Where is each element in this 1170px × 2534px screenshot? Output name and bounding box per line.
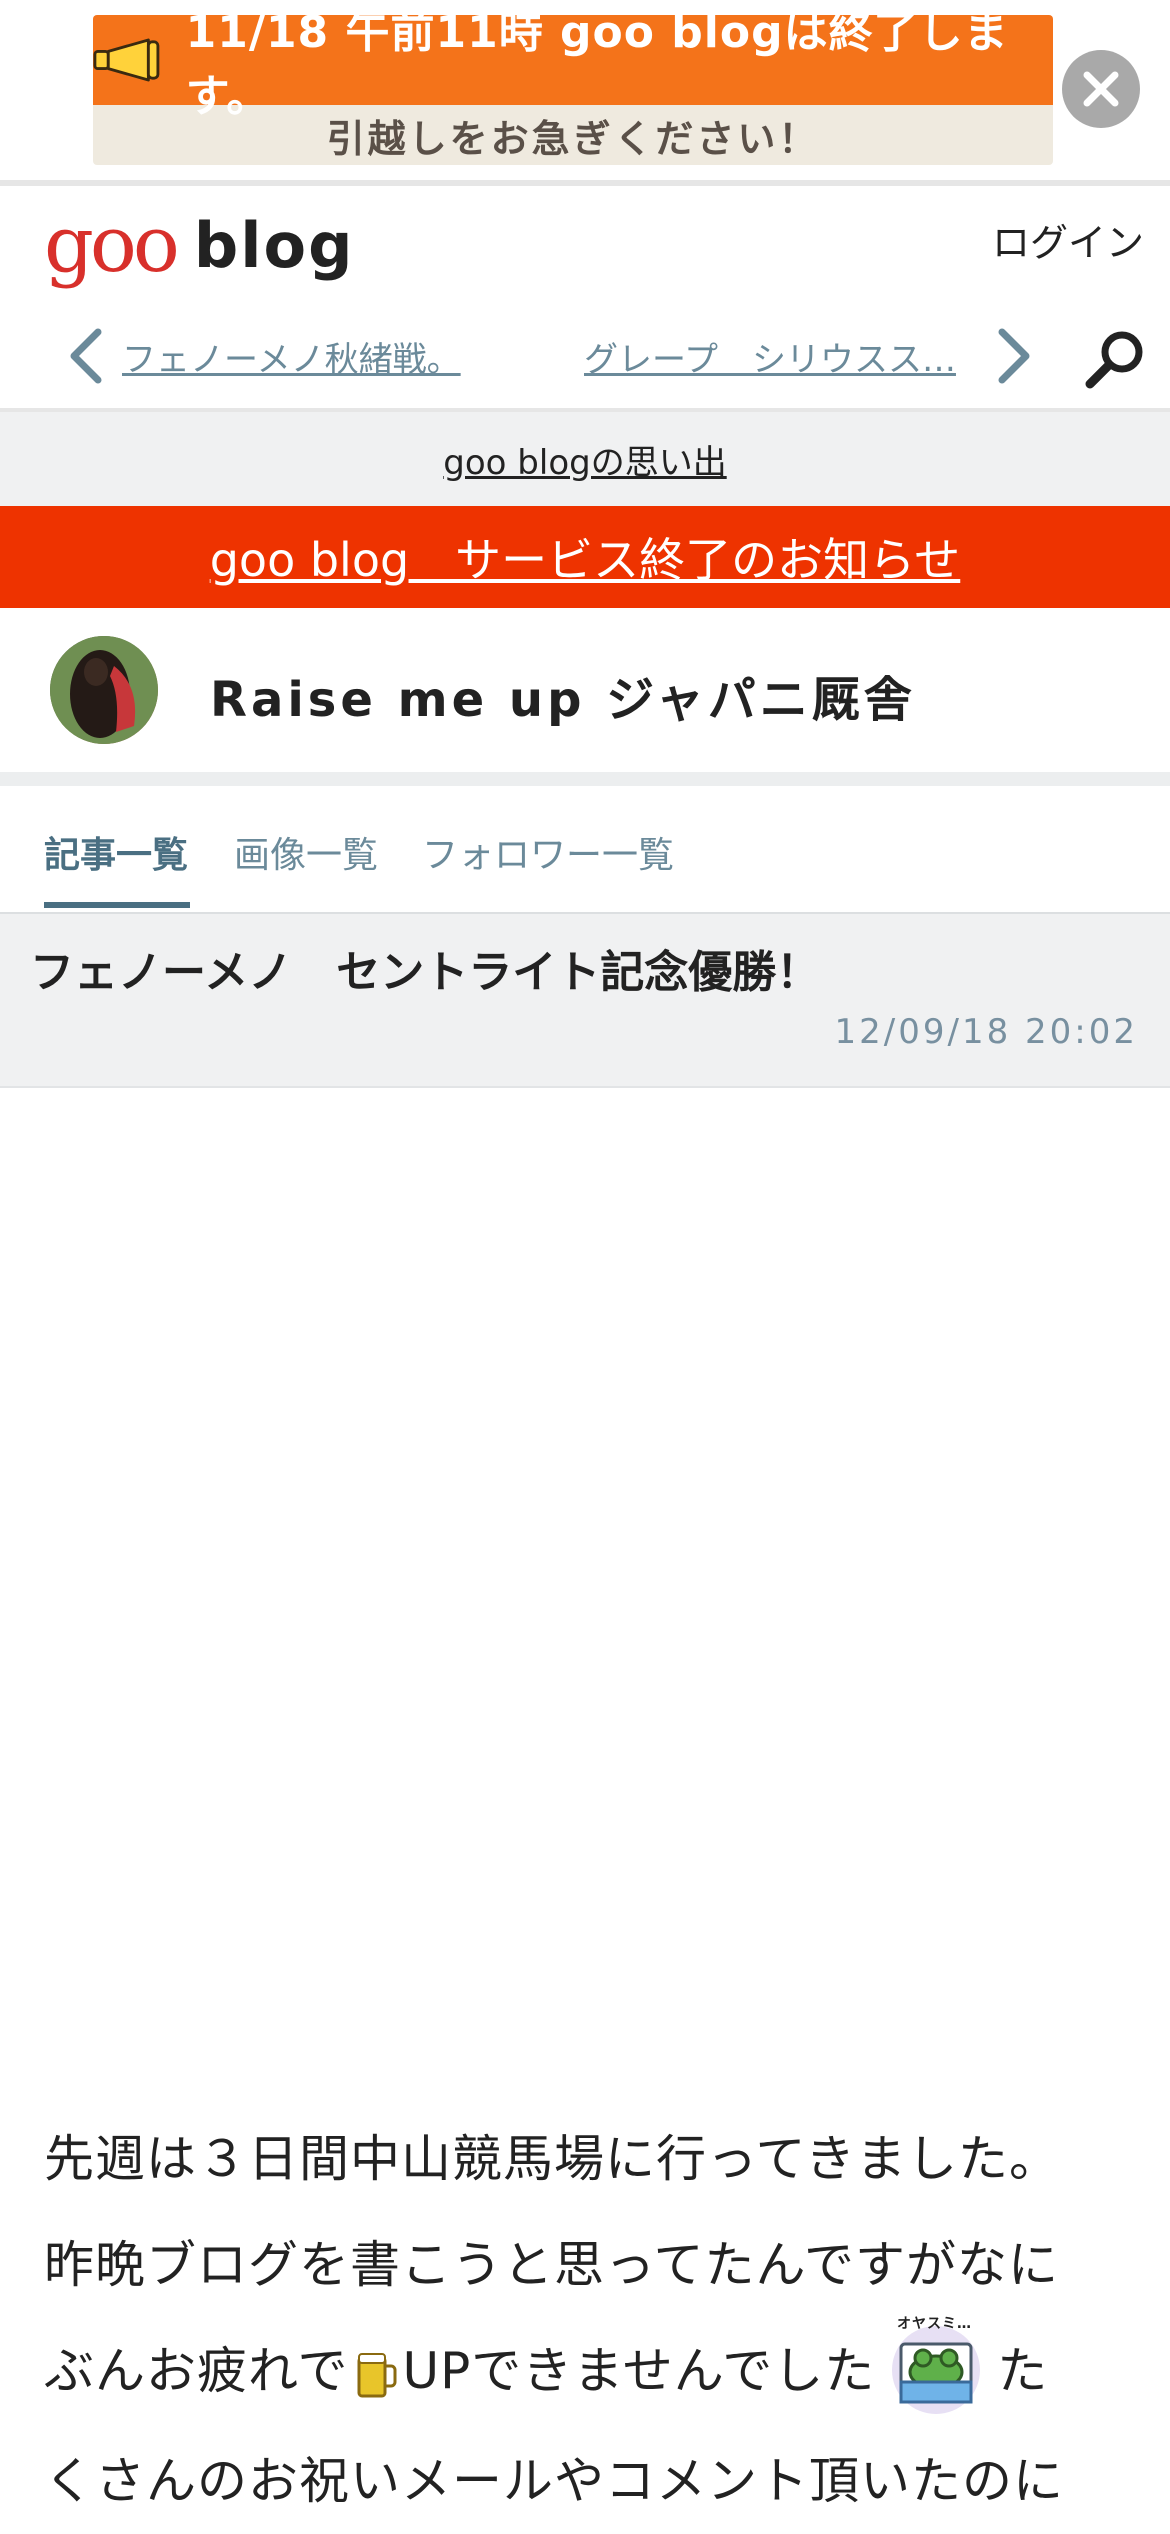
- body-text: た: [997, 2342, 1049, 2400]
- tab-images[interactable]: 画像一覧: [234, 826, 378, 878]
- service-end-notice: goo blog サービス終了のお知らせ: [0, 506, 1170, 608]
- avatar-image: [50, 636, 158, 744]
- divider: [0, 772, 1170, 786]
- body-line: 先週は３日間中山競馬場に行ってきました。: [44, 2130, 1060, 2188]
- close-icon: [1083, 71, 1119, 107]
- body-text: ぶんお疲れで: [44, 2342, 349, 2400]
- chevron-left-icon[interactable]: [62, 326, 112, 386]
- chevron-right-icon[interactable]: [988, 326, 1038, 386]
- logo-goo-text: goo: [44, 200, 180, 290]
- body-line: 昨晩ブログを書こうと思ってたんですがなに: [44, 2236, 1059, 2294]
- article-nav-row: フェノーメノ秋緒戦。 グレープ シリウスス…: [0, 310, 1170, 400]
- sleeping-frog-icon: オヤスミ…: [883, 2312, 989, 2418]
- article-body: 先週は３日間中山競馬場に行ってきました。 昨晩ブログを書こうと思ってたんですがな…: [44, 2106, 1134, 2534]
- blog-header: Raise me up ジャパニ厩舎: [0, 608, 1170, 772]
- service-end-banner[interactable]: 11/18 午前11時 goo blogは終了します。 引越しをお急ぎください！: [93, 15, 1053, 165]
- article-date: 12/09/18 20:02: [834, 1012, 1138, 1052]
- tab-followers[interactable]: フォロワー一覧: [422, 826, 674, 878]
- top-banner-area: 11/18 午前11時 goo blogは終了します。 引越しをお急ぎください！: [0, 0, 1170, 180]
- close-banner-button[interactable]: [1062, 50, 1140, 128]
- avatar[interactable]: [50, 636, 158, 744]
- article-title[interactable]: フェノーメノ セントライト記念優勝！: [30, 936, 820, 1000]
- login-link[interactable]: ログイン: [992, 212, 1144, 267]
- tab-articles[interactable]: 記事一覧: [44, 826, 188, 878]
- search-icon[interactable]: [1082, 326, 1148, 392]
- body-text: UPできませんでした: [402, 2342, 876, 2400]
- next-article-link[interactable]: グレープ シリウスス…: [584, 332, 956, 381]
- memories-bar: goo blogの思い出: [0, 412, 1170, 506]
- blog-name[interactable]: Raise me up ジャパニ厩舎: [210, 660, 916, 730]
- logo-blog-text: blog: [193, 208, 355, 282]
- blog-tabs: 記事一覧 画像一覧 フォロワー一覧: [0, 786, 1170, 912]
- active-tab-indicator: [44, 902, 190, 908]
- service-end-notice-link[interactable]: goo blog サービス終了のお知らせ: [210, 524, 961, 590]
- goo-blog-logo[interactable]: goo blog: [44, 200, 354, 290]
- prev-article-link[interactable]: フェノーメノ秋緒戦。: [122, 332, 461, 381]
- divider: [0, 180, 1170, 186]
- memories-link[interactable]: goo blogの思い出: [443, 435, 726, 484]
- body-line: ぶんお疲れで UPできませんでした オヤスミ… た: [44, 2316, 1134, 2428]
- article-header: フェノーメノ セントライト記念優勝！ 12/09/18 20:02: [0, 914, 1170, 1088]
- body-line: くさんのお祝いメールやコメント頂いたのに: [44, 2451, 1064, 2510]
- banner-top-row: 11/18 午前11時 goo blogは終了します。: [93, 15, 1053, 122]
- frog-caption: オヤスミ…: [897, 2316, 972, 2332]
- megaphone-icon: [93, 38, 160, 82]
- banner-line2: 引越しをお急ぎください！: [326, 116, 820, 161]
- beer-icon: [357, 2352, 396, 2397]
